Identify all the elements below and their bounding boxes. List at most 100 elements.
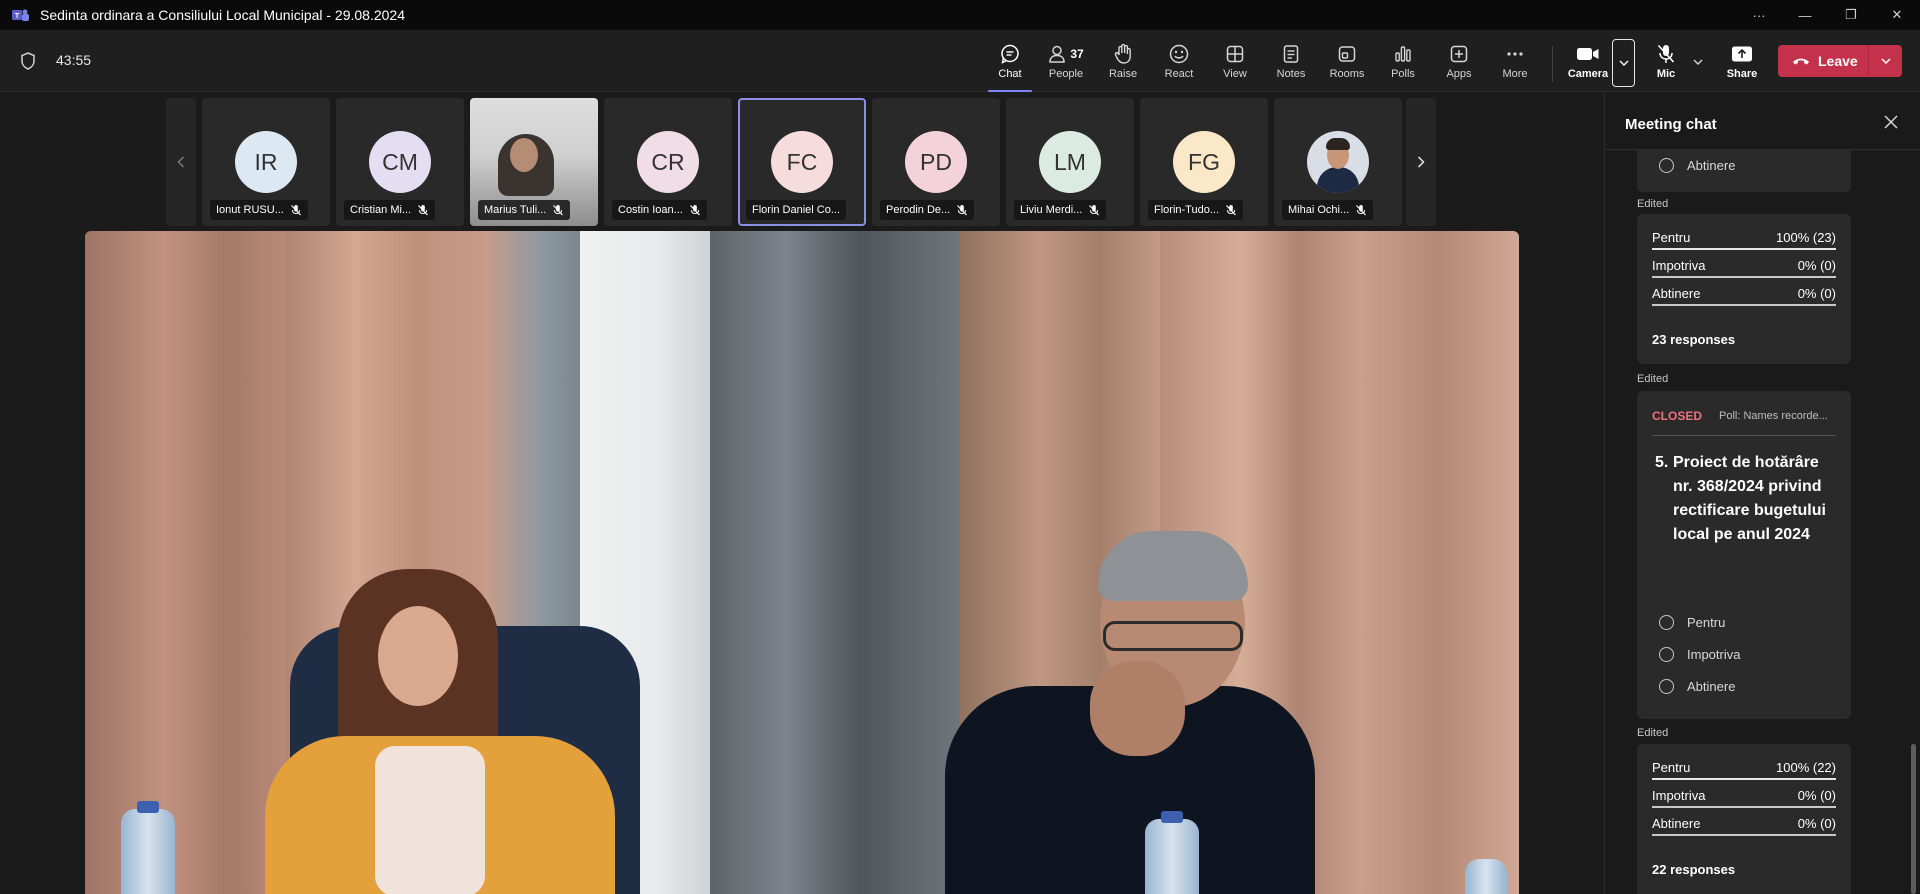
radio-button[interactable] [1659, 158, 1674, 173]
participant-avatar: FG [1173, 131, 1235, 193]
curtain-right-3 [1360, 231, 1519, 894]
participant-tile[interactable]: CM Cristian Mi... [336, 98, 464, 226]
poll-option-label: Impotriva [1687, 647, 1741, 662]
participant-name: Mihai Ochi... [1288, 204, 1350, 216]
responses-count: 23 responses [1652, 332, 1736, 347]
mic-button-label: Mic [1656, 68, 1676, 80]
mic-button[interactable]: Mic [1640, 42, 1692, 90]
more-options-button[interactable]: ··· [1736, 0, 1782, 30]
people-button-label: People [1048, 68, 1084, 80]
poll-option[interactable]: Pentru [1659, 615, 1725, 630]
poll-option-label: Pentru [1687, 615, 1726, 630]
polls-button[interactable]: Polls [1377, 42, 1429, 90]
main-video-feed[interactable] [85, 231, 1519, 894]
chevron-down-icon [1880, 58, 1891, 64]
leave-main-button[interactable]: Leave [1778, 45, 1868, 77]
view-button[interactable]: View [1209, 42, 1261, 90]
camera-options-dropdown[interactable] [1612, 39, 1635, 87]
participant-tile[interactable]: Marius Tuli... [470, 98, 598, 226]
participant-avatar: LM [1039, 131, 1101, 193]
minimize-button[interactable]: — [1782, 0, 1828, 30]
participant-tile[interactable]: PD Perodin De... [872, 98, 1000, 226]
man-hand [1090, 661, 1185, 756]
result-label: Abtinere [1652, 816, 1701, 831]
result-label: Pentru [1652, 760, 1691, 775]
mic-muted-icon [417, 204, 429, 216]
radio-button[interactable] [1659, 615, 1674, 630]
curtain-left [85, 231, 285, 894]
polls-button-label: Polls [1391, 68, 1415, 80]
phone-hangup-icon [1793, 58, 1809, 65]
result-label: Impotriva [1652, 258, 1706, 273]
mic-options-dropdown[interactable] [1690, 52, 1706, 72]
apps-button[interactable]: Apps [1433, 42, 1485, 90]
participants-next-button[interactable] [1406, 98, 1436, 226]
participant-name-bar: Mihai Ochi... [1282, 200, 1374, 220]
participant-tile[interactable]: CR Costin Ioan... [604, 98, 732, 226]
chat-icon [999, 42, 1021, 66]
participant-name-bar: Perodin De... [880, 200, 975, 220]
leave-button[interactable]: Leave [1778, 45, 1902, 77]
result-row: Abtinere 0% (0) [1652, 812, 1836, 836]
radio-button[interactable] [1659, 679, 1674, 694]
window-title: Sedinta ordinara a Consiliului Local Mun… [40, 7, 406, 23]
share-screen-icon [1731, 42, 1753, 66]
people-button[interactable]: 37 People [1040, 42, 1092, 90]
notes-button[interactable]: Notes [1265, 42, 1317, 90]
participant-tile-speaking[interactable]: FC Florin Daniel Co... [738, 98, 866, 226]
poll-card-partial: Abtinere [1637, 150, 1851, 192]
mic-off-icon [1656, 42, 1676, 66]
result-value: 0% (0) [1797, 816, 1836, 831]
participant-name: Perodin De... [886, 204, 951, 216]
participant-name: Florin-Tudo... [1154, 204, 1220, 216]
mic-muted-icon [689, 204, 701, 216]
teams-meeting-window: T Sedinta ordinara a Consiliului Local M… [0, 0, 1920, 894]
raise-hand-button[interactable]: Raise [1097, 42, 1149, 90]
rooms-button-label: Rooms [1329, 68, 1365, 80]
mic-muted-icon [1225, 204, 1237, 216]
maximize-button[interactable]: ❐ [1828, 0, 1874, 30]
poll-option[interactable]: Abtinere [1659, 679, 1735, 694]
participant-tile[interactable]: LM Liviu Merdi... [1006, 98, 1134, 226]
camera-button-label: Camera [1567, 68, 1609, 80]
close-icon [1884, 115, 1898, 129]
radio-button[interactable] [1659, 647, 1674, 662]
chevron-down-icon [1693, 59, 1703, 65]
result-row: Impotriva 0% (0) [1652, 254, 1836, 278]
chat-scrollbar[interactable] [1911, 744, 1916, 894]
poll-meta-text: Poll: Names recorde... [1719, 410, 1828, 422]
rooms-button[interactable]: Rooms [1321, 42, 1373, 90]
chat-button[interactable]: Chat [984, 42, 1036, 93]
man-hair [1098, 531, 1248, 601]
close-window-button[interactable]: ✕ [1874, 0, 1920, 30]
result-value: 100% (22) [1776, 760, 1836, 775]
more-button[interactable]: More [1489, 42, 1541, 90]
camera-button[interactable]: Camera [1562, 42, 1614, 90]
poll-option[interactable]: Abtinere [1659, 158, 1735, 173]
shield-icon[interactable] [18, 51, 38, 71]
participant-tile[interactable]: Mihai Ochi... [1274, 98, 1402, 226]
participant-name: Marius Tuli... [484, 204, 547, 216]
poll-results-card: Pentru 100% (22) Impotriva 0% (0) Abtine… [1637, 744, 1851, 894]
toolbar-divider [1552, 46, 1553, 82]
mic-muted-icon [1088, 204, 1100, 216]
result-row: Pentru 100% (23) [1652, 226, 1836, 250]
react-button[interactable]: React [1153, 42, 1205, 90]
participant-tile[interactable]: IR Ionut RUSU... [202, 98, 330, 226]
leave-options-dropdown[interactable] [1869, 45, 1902, 77]
poll-question-text: Proiect de hotărâre nr. 368/2024 privind… [1673, 454, 1826, 543]
curtain-center [710, 231, 960, 894]
people-count: 37 [1070, 47, 1084, 61]
poll-option[interactable]: Impotriva [1659, 647, 1740, 662]
close-chat-button[interactable] [1883, 114, 1899, 130]
result-label: Abtinere [1652, 286, 1701, 301]
water-bottle [1465, 859, 1507, 894]
participant-tile[interactable]: FG Florin-Tudo... [1140, 98, 1268, 226]
mic-muted-icon [552, 204, 564, 216]
participants-previous-button[interactable] [166, 98, 196, 226]
svg-text:T: T [15, 13, 20, 20]
result-value: 100% (23) [1776, 230, 1836, 245]
meeting-chat-panel: Meeting chat Abtinere Edited Pentru 100%… [1604, 92, 1920, 894]
share-button[interactable]: Share [1716, 42, 1768, 90]
participant-avatar: PD [905, 131, 967, 193]
